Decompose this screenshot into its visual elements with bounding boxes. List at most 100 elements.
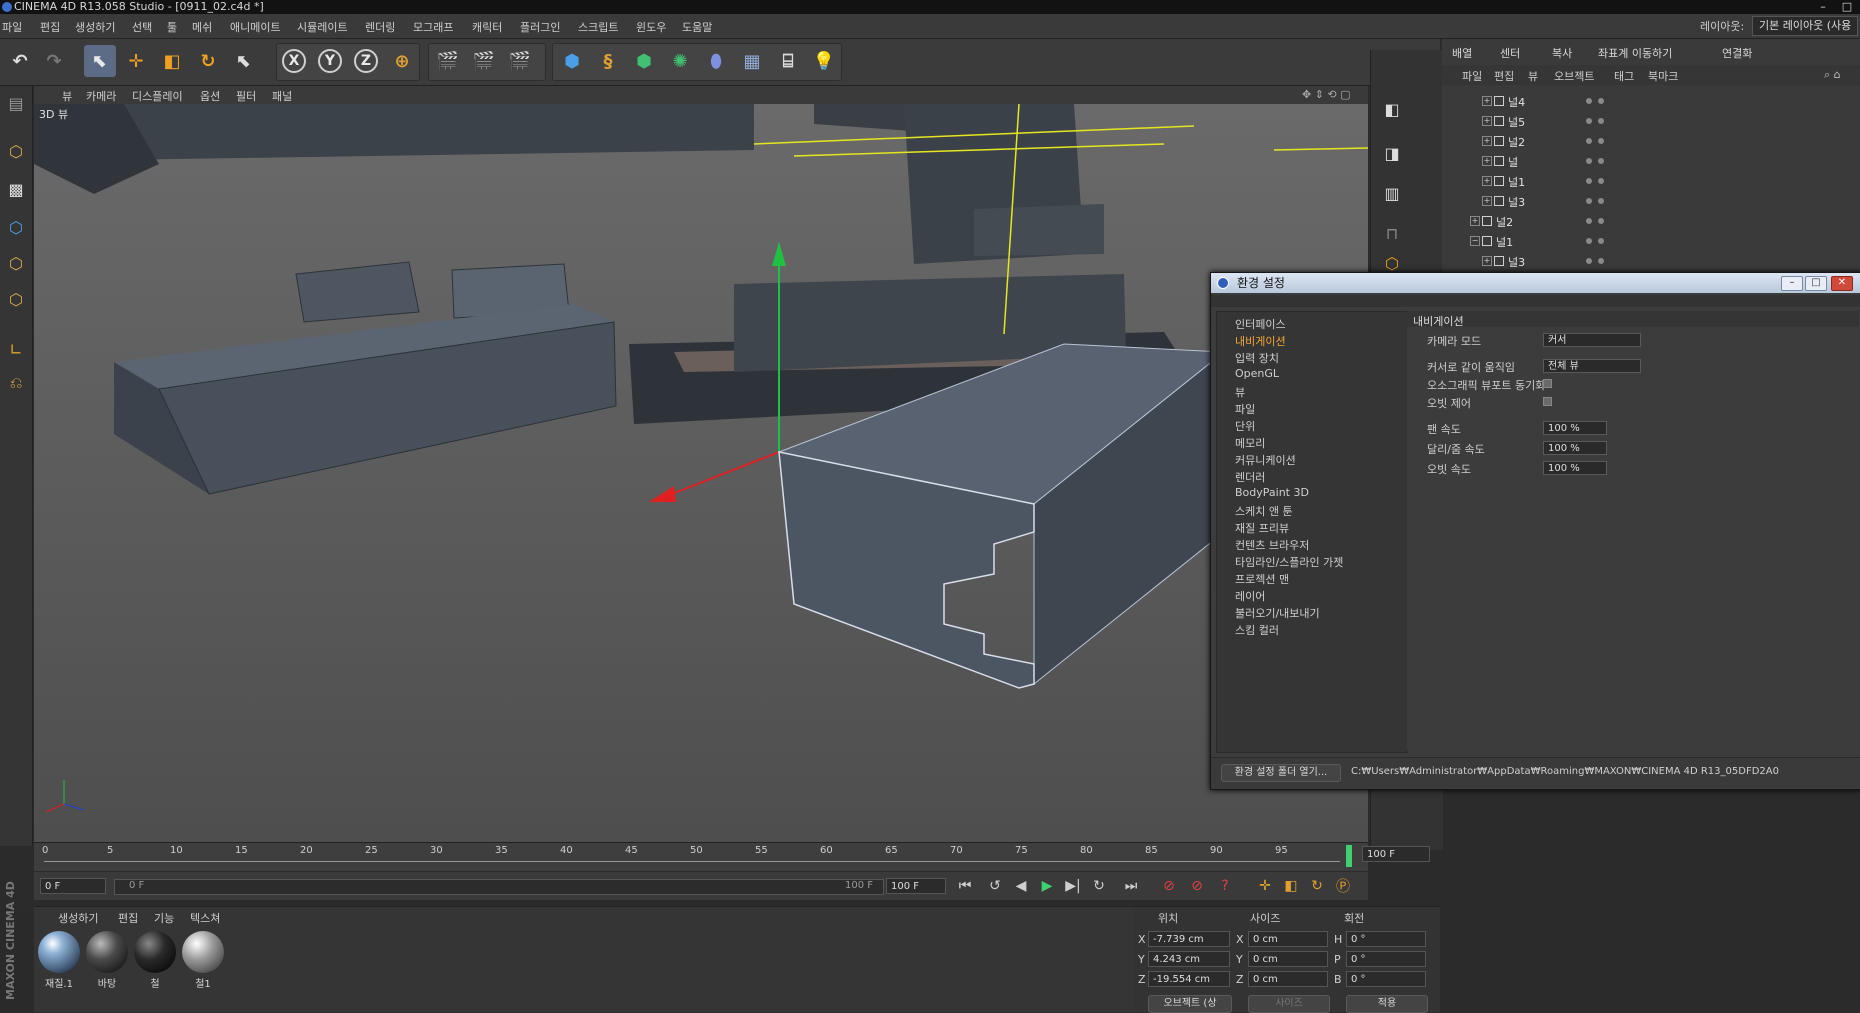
pan-speed-field[interactable]: 100 % [1543, 421, 1607, 435]
material-swatch[interactable]: 바탕 [84, 931, 130, 993]
prefs-cat-interface[interactable]: 인터페이스 [1235, 316, 1286, 332]
om-menu-view[interactable]: 뷰 [1528, 68, 1538, 84]
object-row[interactable]: + 널1 [1442, 171, 1860, 191]
material-swatch[interactable]: 철1 [180, 931, 226, 993]
texture-mode-icon[interactable]: ▩ [3, 176, 29, 202]
mat-menu-function[interactable]: 기능 [154, 910, 174, 926]
prefs-cat-files[interactable]: 파일 [1235, 401, 1255, 417]
expand-icon[interactable]: + [1482, 96, 1492, 106]
collapse-icon[interactable]: + [1470, 216, 1480, 226]
range-slider[interactable]: 0 F 100 F [114, 879, 884, 895]
visibility-dot[interactable] [1586, 238, 1592, 244]
render-picture-viewer-icon[interactable]: 🎬 [468, 45, 500, 77]
om-menu-bookmark[interactable]: 북마크 [1648, 68, 1678, 84]
object-row[interactable]: + 널2 [1442, 131, 1860, 151]
prefs-cat-content-browser[interactable]: 컨텐츠 브라우저 [1235, 537, 1309, 553]
camera-icon[interactable]: ⌸ [772, 45, 804, 77]
play-icon[interactable]: ▶ [1036, 876, 1058, 896]
light-icon[interactable]: 💡 [808, 45, 840, 77]
visibility-dot[interactable] [1586, 258, 1592, 264]
vp-menu-camera[interactable]: 카메라 [86, 88, 116, 104]
object-row[interactable]: − 널1 [1442, 231, 1860, 251]
vp-menu-view[interactable]: 뷰 [62, 88, 72, 104]
vp-menu-panel[interactable]: 패널 [272, 88, 292, 104]
size-mode-select[interactable]: 사이즈 [1248, 995, 1330, 1013]
snap-icon[interactable]: ⊓ [1379, 220, 1405, 246]
x-axis-icon[interactable]: X [278, 45, 310, 77]
max-frame-field[interactable]: 100 F [886, 878, 946, 894]
deformer-icon[interactable]: ⬮ [700, 45, 732, 77]
menu-file[interactable]: 파일 [2, 19, 22, 35]
live-select-icon[interactable]: ⬉ [84, 45, 116, 77]
om-menu-tag[interactable]: 태그 [1614, 68, 1634, 84]
current-frame-field[interactable]: 0 F [40, 878, 106, 894]
prefs-cat-view[interactable]: 뷰 [1235, 384, 1245, 400]
timeline-ruler[interactable]: 0 5 10 15 20 25 30 35 40 45 50 55 60 65 … [34, 842, 1368, 871]
vp-menu-filter[interactable]: 필터 [236, 88, 256, 104]
recent-tool-icon[interactable]: ⬉ [228, 45, 260, 77]
polygons-mode-icon[interactable]: ⬡ [3, 286, 29, 312]
rot-h-field[interactable]: 0 ° [1346, 931, 1426, 947]
next-frame-icon[interactable]: ▶| [1062, 876, 1084, 896]
record-rotation-icon[interactable]: ⊘ [1186, 876, 1208, 896]
object-row[interactable]: + 널 [1442, 151, 1860, 171]
render-dot[interactable] [1598, 258, 1604, 264]
expand-icon[interactable]: + [1482, 136, 1492, 146]
expand-icon[interactable]: + [1482, 156, 1492, 166]
visibility-dot[interactable] [1586, 158, 1592, 164]
collapse-icon[interactable]: − [1470, 236, 1480, 246]
menu-create[interactable]: 생성하기 [75, 19, 115, 35]
visibility-dot[interactable] [1586, 198, 1592, 204]
prefs-maximize-button[interactable]: □ [1805, 276, 1827, 291]
orbit-speed-field[interactable]: 100 % [1543, 461, 1607, 475]
prefs-cat-navigation[interactable]: 내비게이션 [1235, 333, 1286, 349]
open-prefs-folder-button[interactable]: 환경 설정 폴더 열기... [1221, 764, 1341, 782]
prefs-minimize-button[interactable]: – [1781, 276, 1803, 291]
visibility-dot[interactable] [1586, 118, 1592, 124]
minimize-button[interactable]: – [1812, 0, 1834, 14]
camera-mode-select[interactable]: 커서 [1543, 333, 1641, 347]
autokey-icon[interactable]: ? [1214, 876, 1236, 896]
orbit-control-checkbox[interactable] [1543, 397, 1552, 406]
size-x-field[interactable]: 0 cm [1248, 931, 1328, 947]
material-swatch[interactable]: 철 [132, 931, 178, 993]
edges-mode-icon[interactable]: ⬡ [3, 250, 29, 276]
rotate-icon[interactable]: ↻ [192, 45, 224, 77]
menu-plugins[interactable]: 플러그인 [520, 19, 560, 35]
prefs-cat-opengl[interactable]: OpenGL [1235, 367, 1279, 380]
dolly-speed-field[interactable]: 100 % [1543, 441, 1607, 455]
prefs-cat-sketch-toon[interactable]: 스케치 앤 툰 [1235, 503, 1293, 519]
menu-animate[interactable]: 애니메이트 [230, 19, 281, 35]
render-dot[interactable] [1598, 138, 1604, 144]
points-mode-icon[interactable]: ⬡ [3, 214, 29, 240]
menu-mograph[interactable]: 모그래프 [413, 19, 453, 35]
timeline-icon[interactable]: ▥ [1379, 180, 1405, 206]
prefs-cat-renderer[interactable]: 렌더러 [1235, 469, 1265, 485]
prefs-cat-material-preview[interactable]: 재질 프리뷰 [1235, 520, 1289, 536]
visibility-dot[interactable] [1586, 218, 1592, 224]
pos-y-field[interactable]: 4.243 cm [1148, 951, 1230, 967]
layout-select[interactable]: 기본 레이아웃 (사용 [1752, 16, 1859, 36]
object-row[interactable]: + 널2 [1442, 211, 1860, 231]
coord-mode-select[interactable]: 오브젝트 (상 [1148, 995, 1232, 1013]
material-swatch[interactable]: 재질.1 [36, 931, 82, 993]
menu-edit[interactable]: 편집 [40, 19, 60, 35]
apply-button[interactable]: 적용 [1346, 995, 1428, 1013]
expand-icon[interactable]: + [1482, 176, 1492, 186]
render-dot[interactable] [1598, 198, 1604, 204]
render-dot[interactable] [1598, 238, 1604, 244]
size-y-field[interactable]: 0 cm [1248, 951, 1328, 967]
layers-icon[interactable]: ◨ [1379, 140, 1405, 166]
prefs-cat-communication[interactable]: 커뮤니케이션 [1235, 452, 1296, 468]
visibility-dot[interactable] [1586, 138, 1592, 144]
render-dot[interactable] [1598, 98, 1604, 104]
tab-copy[interactable]: 복사 [1552, 45, 1572, 61]
rot-p-field[interactable]: 0 ° [1346, 951, 1426, 967]
prefs-cat-layer[interactable]: 레이어 [1235, 588, 1265, 604]
prev-frame-icon[interactable]: ◀ [1010, 876, 1032, 896]
mat-menu-texture[interactable]: 텍스쳐 [190, 910, 220, 926]
prefs-cat-import-export[interactable]: 불러오기/내보내기 [1235, 605, 1320, 621]
cursor-move-select[interactable]: 전체 뷰 [1543, 359, 1641, 373]
go-end-icon[interactable]: ⏭ [1120, 876, 1142, 896]
floor-icon[interactable]: ▦ [736, 45, 768, 77]
